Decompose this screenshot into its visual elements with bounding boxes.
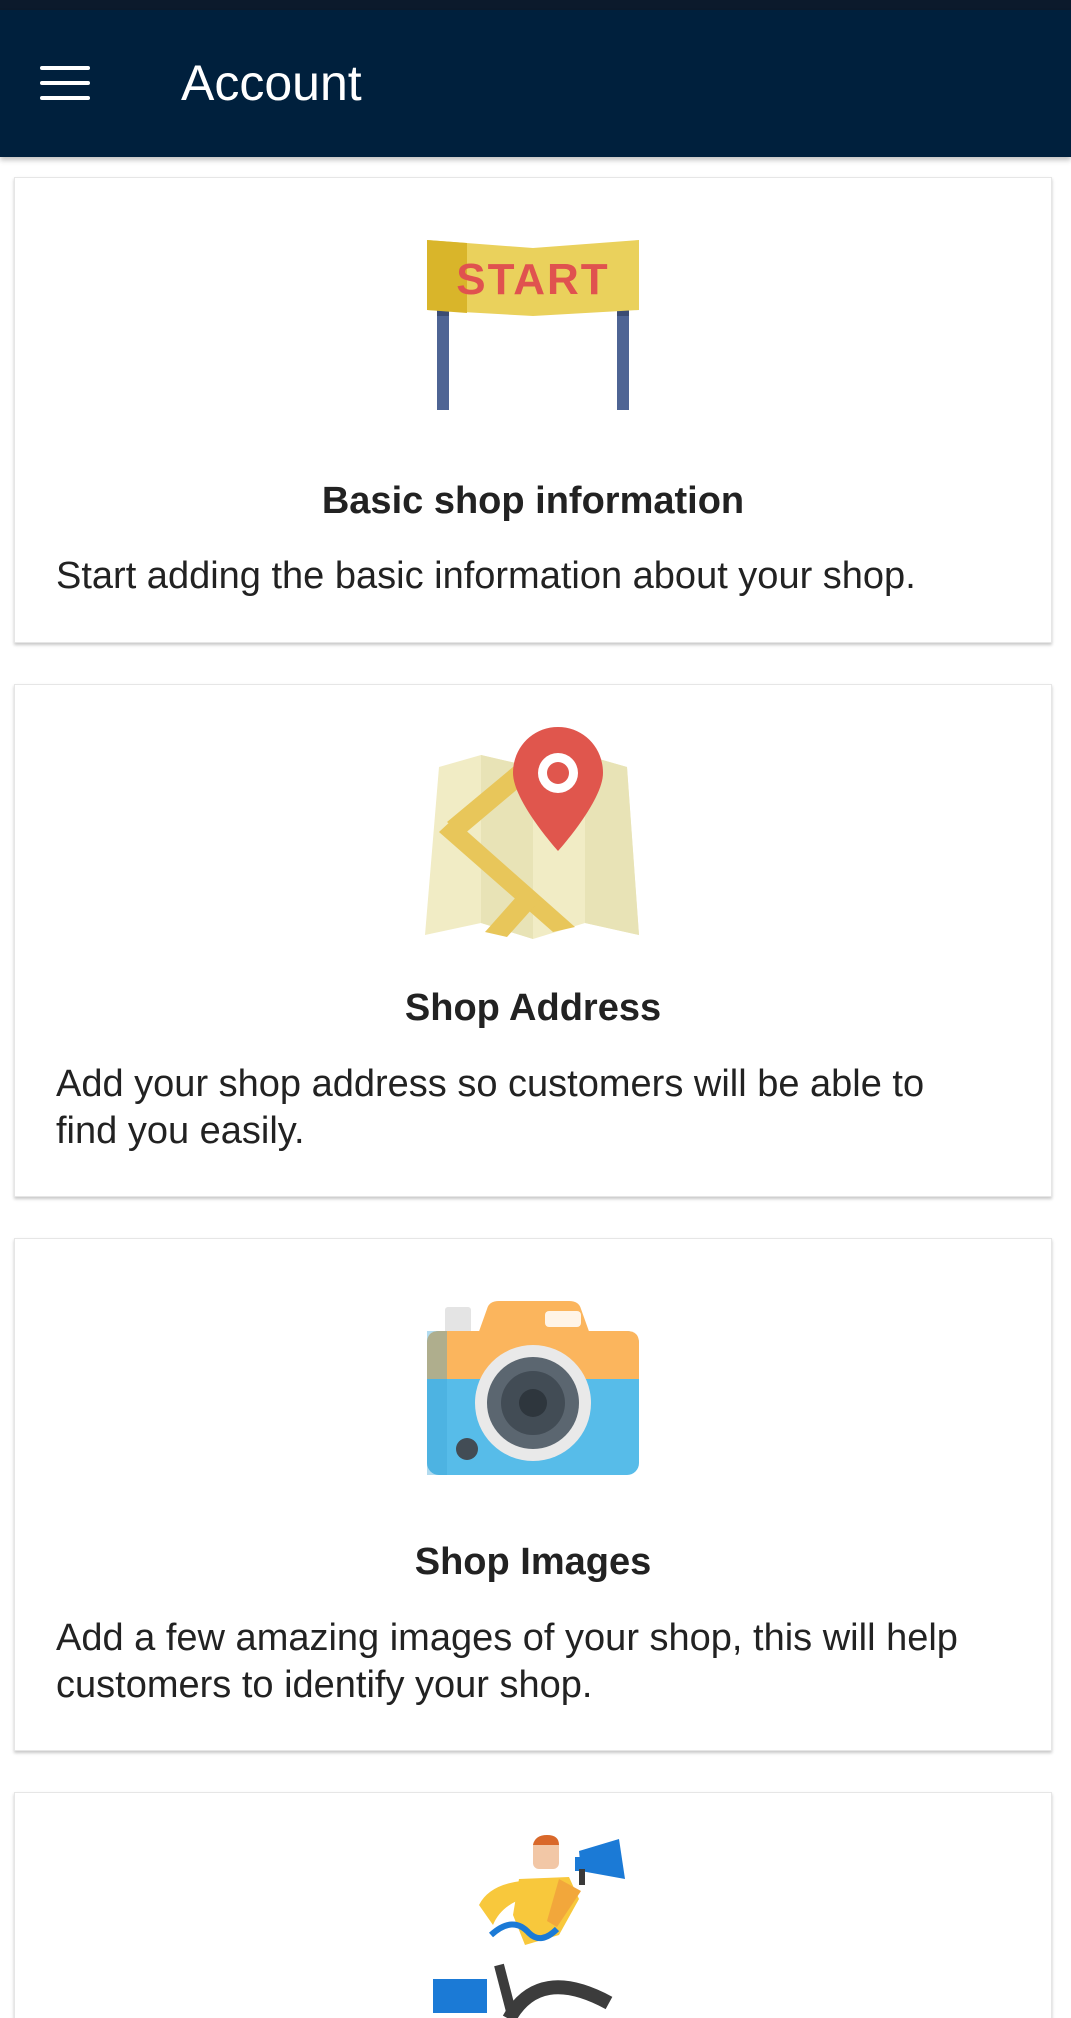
hamburger-menu-icon[interactable] bbox=[40, 66, 90, 102]
card-description: Add a few amazing images of your shop, t… bbox=[56, 1617, 958, 1706]
start-banner-icon: START bbox=[427, 240, 639, 410]
map-pin-icon bbox=[425, 727, 639, 939]
card-title: Shop Address bbox=[404, 987, 662, 1029]
card-description: Add your shop address so customers will … bbox=[56, 1063, 925, 1152]
card-title: Shop Images bbox=[414, 1541, 652, 1583]
camera-icon bbox=[427, 1301, 639, 1475]
page-title: Account bbox=[181, 55, 362, 111]
card-shop-images[interactable]: Shop Images Add a few amazing images of … bbox=[14, 1238, 1052, 1751]
promoter-megaphone-icon bbox=[433, 1835, 625, 2018]
card-promotion[interactable] bbox=[14, 1792, 1052, 2018]
card-shop-address[interactable]: Shop Address Add your shop address so cu… bbox=[14, 684, 1052, 1197]
card-description: Start adding the basic information about… bbox=[56, 555, 916, 597]
app-bar: Account bbox=[0, 10, 1071, 157]
card-title: Basic shop information bbox=[321, 480, 745, 522]
svg-text:START: START bbox=[456, 255, 609, 304]
card-basic-shop-information[interactable]: START Basic shop information Start addin… bbox=[14, 177, 1052, 643]
status-bar bbox=[0, 0, 1071, 10]
